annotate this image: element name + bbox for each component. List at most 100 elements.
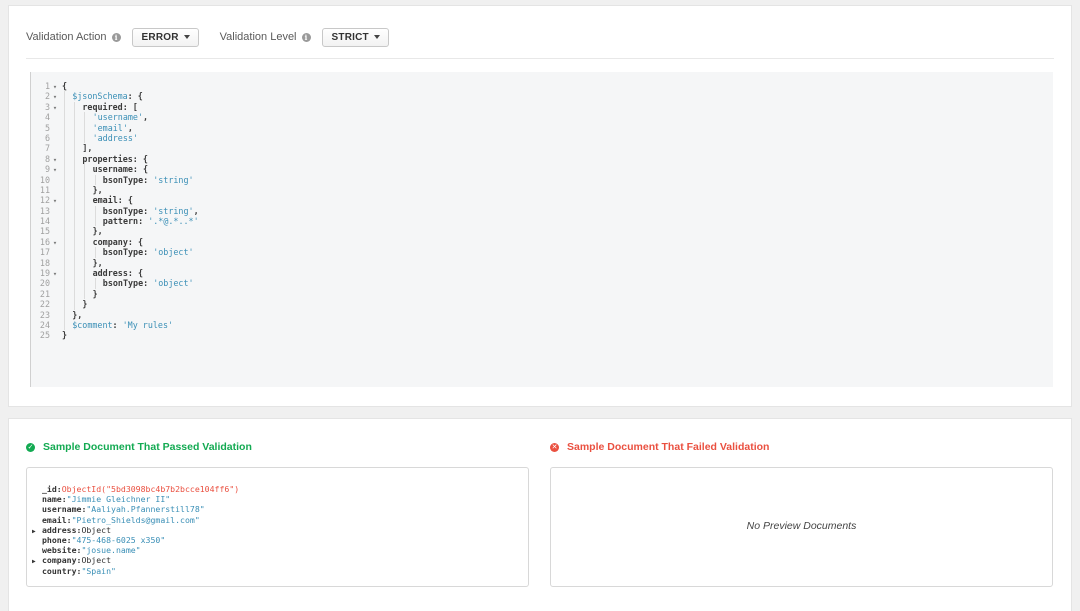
string-token: '.*@.*..*'	[148, 216, 199, 227]
indent-guide	[64, 319, 65, 331]
code-line: 16 ▾ company: {	[31, 236, 199, 248]
schema-code-editor[interactable]: 1 ▾{2 ▾ $jsonSchema: {3 ▾ required: [4 'userna…	[30, 72, 1053, 387]
indent-guide	[84, 257, 86, 269]
line-number: 24	[39, 319, 50, 330]
code-line: 19 ▾ address: {	[31, 268, 199, 279]
document-field-row: country:"Spain"	[42, 565, 116, 576]
code-token: ,	[143, 112, 149, 123]
indent-guide	[64, 247, 65, 258]
code-token: }	[92, 288, 98, 299]
indent-guide	[64, 226, 65, 237]
validation-toolbar: Validation Action i ERROR Validation Lev…	[26, 25, 389, 49]
indent-guide	[94, 205, 96, 217]
indent-guide	[64, 216, 65, 227]
document-field-row: email:"Pietro_Shields@gmail.com"	[42, 514, 200, 525]
caret-down-icon	[373, 35, 380, 39]
string-token: 'object'	[153, 247, 194, 258]
line-number: 3	[44, 101, 50, 112]
code-line: 5 'email',	[31, 122, 199, 133]
indent-guide	[64, 257, 65, 269]
error-circle-icon: ✕	[550, 442, 559, 452]
field-key: name	[42, 494, 62, 505]
validation-action-dropdown[interactable]: ERROR	[131, 27, 199, 47]
indent-guide	[74, 184, 76, 196]
field-value: "josue.name"	[81, 545, 141, 556]
line-number: 20	[39, 278, 50, 289]
document-field-row: username:"Aaliyah.Pfannerstill78"	[42, 504, 205, 515]
code-token: },	[72, 309, 83, 320]
indent-guide	[84, 288, 86, 300]
field-value: "Jimmie Gleichner II"	[66, 494, 171, 505]
indent-guide	[64, 195, 65, 206]
indent-guide	[64, 112, 65, 123]
indent-guide	[64, 205, 65, 217]
indent-guide	[74, 205, 76, 217]
field-value: Object	[81, 555, 112, 566]
passed-document-preview[interactable]: _id:ObjectId("5bd3098bc4b7b2bcce104ff6")…	[26, 467, 529, 587]
indent-guide	[94, 216, 96, 227]
field-key: website	[42, 545, 77, 556]
code-line: 13 bsonType: 'string',	[31, 205, 199, 217]
code-line: 6 'address'	[31, 132, 199, 144]
indent-guide	[84, 112, 86, 123]
validation-level-dropdown[interactable]: STRICT	[321, 27, 389, 47]
line-number: 21	[39, 288, 50, 299]
caret-down-icon	[183, 35, 190, 39]
indent-guide	[74, 299, 76, 310]
indent-guide	[64, 288, 65, 300]
document-field-row: phone:"475-468-6025 x350"	[42, 534, 166, 545]
code-line: 8 ▾ properties: {	[31, 153, 199, 165]
indent-guide	[84, 164, 86, 175]
indent-guide	[74, 153, 76, 165]
info-icon[interactable]: i	[111, 32, 121, 42]
line-number: 11	[39, 184, 50, 195]
field-value: "Spain"	[81, 565, 116, 576]
indent-guide	[64, 143, 65, 154]
code-line: 3 ▾ required: [	[31, 101, 199, 113]
indent-guide	[84, 216, 86, 227]
indent-guide	[64, 268, 65, 279]
line-number: 9	[44, 164, 50, 175]
code-token: }	[82, 299, 88, 310]
code-line: 17 bsonType: 'object'	[31, 247, 199, 258]
document-field-row[interactable]: ▶ address:Object	[32, 525, 239, 535]
code-token: ],	[82, 143, 93, 154]
line-number: 22	[39, 299, 50, 310]
field-key: address	[42, 524, 77, 535]
indent-guide	[84, 132, 86, 144]
code-token: {	[62, 81, 68, 91]
line-number: 18	[39, 257, 50, 268]
indent-guide	[64, 174, 65, 185]
indent-guide	[64, 299, 65, 310]
document-fields: _id:ObjectId("5bd3098bc4b7b2bcce104ff6")…	[32, 484, 239, 576]
string-token: 'object'	[153, 278, 194, 289]
code-token: :	[112, 319, 123, 330]
indent-guide	[74, 268, 76, 279]
code-line: 12 ▾ email: {	[31, 195, 199, 206]
indent-guide	[74, 195, 76, 206]
code-token: email: {	[92, 195, 133, 206]
line-number: 23	[39, 309, 50, 320]
document-field-row[interactable]: ▶ company:Object	[32, 555, 239, 565]
code-token: required: [	[82, 101, 138, 112]
indent-guide	[94, 174, 96, 185]
validation-rules-panel: Validation Action i ERROR Validation Lev…	[8, 5, 1072, 407]
string-token: 'username'	[92, 112, 144, 123]
field-value: Object	[81, 524, 112, 535]
code-token: },	[92, 257, 103, 268]
validation-level-label: Validation Level	[219, 31, 297, 43]
indent-guide	[84, 247, 86, 258]
indent-guide	[74, 288, 76, 300]
info-icon[interactable]: i	[301, 32, 311, 42]
field-key: _id	[42, 484, 57, 494]
code-token: pattern:	[102, 216, 149, 227]
failed-title-text: Sample Document That Failed Validation	[567, 441, 770, 453]
code-token: $jsonSchema	[72, 91, 128, 102]
validation-action-value: ERROR	[141, 31, 179, 43]
code-line: 9 ▾ username: {	[31, 164, 199, 175]
code-line: 18},	[31, 257, 199, 269]
indent-guide	[74, 247, 76, 258]
indent-guide	[94, 247, 96, 258]
indent-guide	[84, 278, 86, 289]
indent-guide	[74, 174, 76, 185]
